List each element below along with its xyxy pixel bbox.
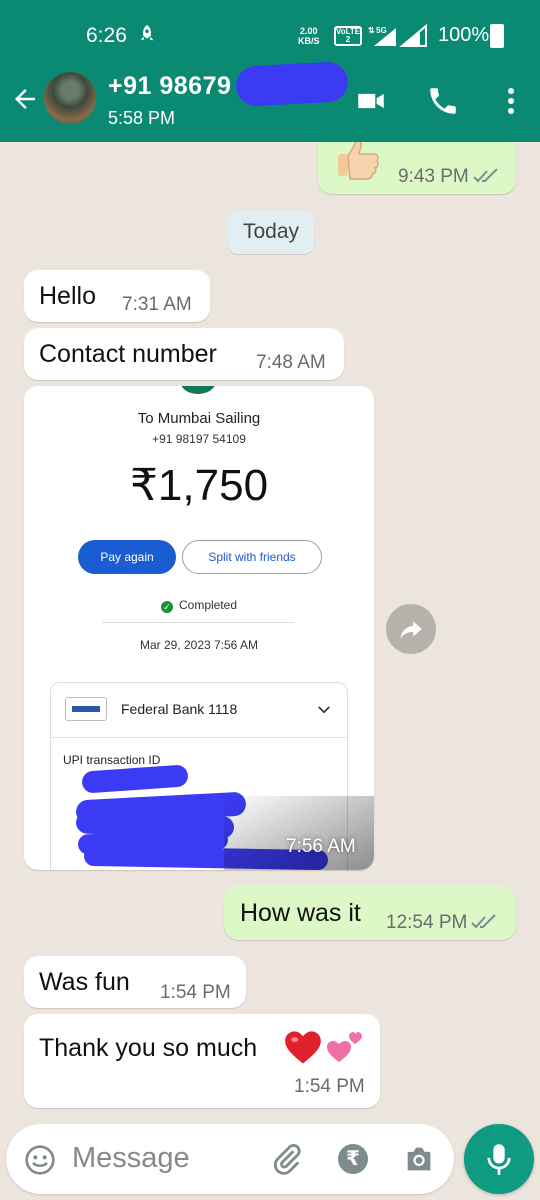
rocket-icon — [140, 24, 154, 41]
red-heart-emoji-icon — [285, 1031, 321, 1064]
message-time: 1:54 PM — [160, 982, 231, 1003]
message-composer: ₹ — [6, 1124, 454, 1194]
message-time: 1:54 PM — [294, 1076, 365, 1097]
bank-name: Federal Bank 1118 — [121, 701, 238, 717]
two-hearts-emoji-icon — [327, 1032, 362, 1062]
message-bubble-incoming[interactable]: Hello 7:31 AM — [24, 270, 210, 322]
payment-status: ✓ Completed — [24, 598, 374, 613]
forward-icon — [400, 621, 422, 639]
svg-text:⇅: ⇅ — [368, 26, 375, 35]
payment-status-label: Completed — [178, 598, 238, 612]
volte-badge: VoLTE 2 — [334, 26, 362, 46]
payee-phone: +91 98197 54109 — [152, 432, 246, 446]
contact-name[interactable]: +91 98679 — [108, 72, 231, 101]
message-time: 9:43 PM — [398, 166, 499, 188]
payee-name: To Mumbai Sailing — [137, 410, 261, 427]
message-time: 7:56 AM — [286, 836, 356, 857]
message-text: Thank you so much — [39, 1034, 258, 1062]
bank-logo — [65, 697, 107, 721]
chat-area[interactable]: 9:43 PM Today Hello 7:31 AM Contact numb… — [0, 142, 540, 1122]
rupee-payment-icon[interactable]: ₹ — [338, 1144, 368, 1174]
message-text: Was fun — [39, 968, 130, 996]
status-time: 6:26 — [86, 24, 127, 47]
divider — [51, 737, 347, 738]
battery-icon — [490, 24, 504, 48]
message-bubble-outgoing[interactable]: 9:43 PM — [318, 142, 516, 194]
check-icon: ✓ — [160, 601, 173, 613]
message-text: Contact number — [39, 340, 217, 368]
message-time: 7:31 AM — [122, 294, 192, 315]
net-speed-unit: KB/S — [298, 36, 320, 46]
voice-message-button[interactable] — [464, 1124, 534, 1194]
payment-amount: ₹1,750 — [129, 461, 269, 510]
network-label: 5G — [376, 26, 387, 35]
message-bubble-incoming[interactable]: Thank you so much 1:54 PM — [24, 1014, 380, 1108]
avatar[interactable] — [44, 72, 96, 124]
payee-avatar — [180, 386, 216, 394]
message-bubble-outgoing[interactable]: How was it 12:54 PM — [224, 886, 516, 940]
message-time: 12:54 PM — [386, 912, 497, 934]
double-check-icon — [471, 914, 497, 929]
message-bubble-incoming[interactable]: Contact number 7:48 AM — [24, 328, 344, 380]
emoji-icon[interactable] — [24, 1144, 56, 1176]
payment-datetime: Mar 29, 2023 7:56 AM — [139, 638, 259, 652]
microphone-icon — [487, 1144, 511, 1175]
top-bar: 6:26 2.00 KB/S VoLTE 2 ⇅ 5G 100% +91 986… — [0, 0, 540, 142]
thumbs-up-emoji-icon — [338, 142, 379, 180]
double-check-icon — [473, 168, 498, 183]
net-speed: 2.00 KB/S — [298, 26, 320, 46]
net-speed-value: 2.00 — [299, 26, 318, 36]
battery-percent: 100% — [438, 24, 490, 46]
camera-icon[interactable] — [402, 1142, 436, 1176]
share-button[interactable] — [386, 604, 436, 654]
timestamp-shade — [224, 796, 374, 870]
pay-again-button: Pay again — [78, 540, 176, 574]
message-text: How was it — [240, 899, 361, 927]
redaction-mark — [235, 61, 349, 107]
divider — [102, 622, 294, 623]
video-call-icon[interactable] — [354, 84, 388, 118]
attachment-icon[interactable] — [270, 1142, 304, 1176]
phone-call-icon[interactable] — [426, 84, 460, 118]
chevron-down-icon — [318, 706, 330, 714]
date-chip: Today — [228, 210, 314, 254]
message-time: 7:48 AM — [256, 352, 326, 373]
message-bubble-incoming[interactable]: Was fun 1:54 PM — [24, 956, 246, 1008]
upi-label: UPI transaction ID — [63, 753, 161, 767]
signal-icon: ⇅ 5G — [368, 24, 427, 47]
payment-screenshot-image[interactable]: To Mumbai Sailing +91 98197 54109 ₹1,750… — [24, 386, 374, 870]
last-seen: 5:58 PM — [108, 108, 176, 128]
split-button: Split with friends — [182, 540, 322, 574]
message-text: Hello — [39, 282, 96, 310]
more-vert-icon[interactable] — [494, 84, 528, 118]
chat-header[interactable]: +91 98679 5:58 PM — [0, 60, 540, 142]
message-input[interactable] — [72, 1138, 252, 1178]
back-arrow-icon[interactable] — [10, 84, 40, 114]
